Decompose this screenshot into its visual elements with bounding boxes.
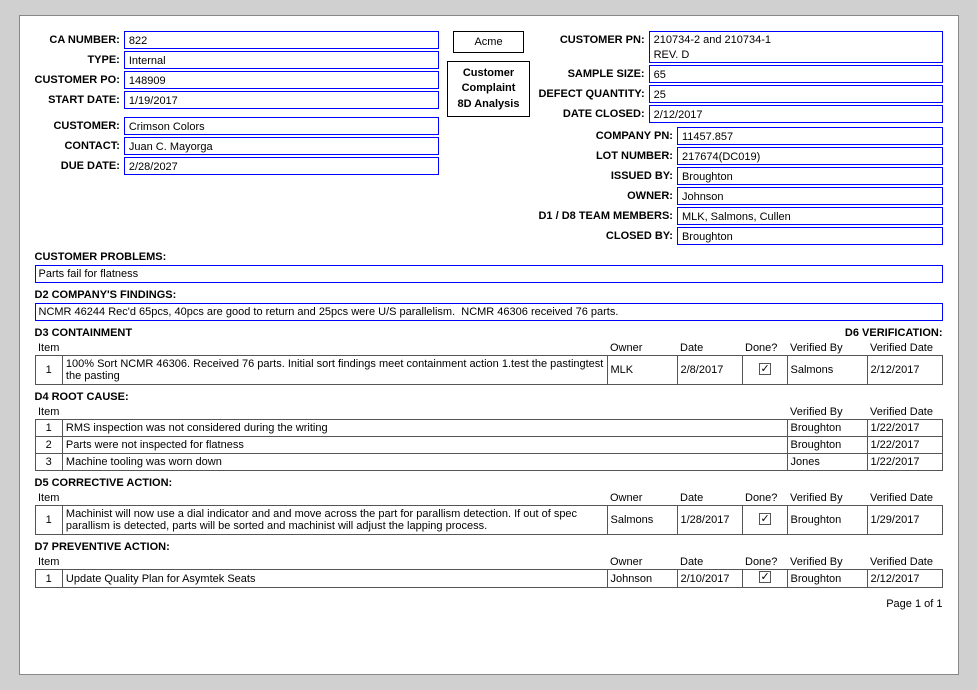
d3-col-owner: Owner xyxy=(607,341,677,356)
right-area: CUSTOMER PN: 210734-2 and 210734-1REV. D… xyxy=(538,31,942,245)
d5-table: Item Owner Date Done? Verified By Verifi… xyxy=(35,491,943,535)
issued-by-value: Broughton xyxy=(677,167,943,185)
due-date-label: DUE DATE: xyxy=(35,157,120,175)
closed-by-label: CLOSED BY: xyxy=(538,227,672,245)
issued-by-label: ISSUED BY: xyxy=(538,167,672,185)
acme-box: Acme xyxy=(453,31,523,53)
customer-label: CUSTOMER: xyxy=(35,117,120,135)
d3-col-item-header: Item xyxy=(35,341,62,356)
contact-value: Juan C. Mayorga xyxy=(124,137,439,155)
d7-col-date: Date xyxy=(677,555,742,570)
due-date-value: 2/28/2027 xyxy=(124,157,439,175)
date-closed-label: DATE CLOSED: xyxy=(538,105,644,123)
start-date-label: START DATE: xyxy=(35,91,120,109)
acme-label: Acme xyxy=(474,36,502,48)
d5-col-verified: Verified By xyxy=(787,491,867,506)
d5-col-item: Item xyxy=(35,491,62,506)
d7-col-done: Done? xyxy=(742,555,787,570)
d5-col-done: Done? xyxy=(742,491,787,506)
d3-col-date: Date xyxy=(677,341,742,356)
date-closed-value: 2/12/2017 xyxy=(649,105,943,123)
d5-col-verdate: Verified Date xyxy=(867,491,942,506)
customer-problems-title: CUSTOMER PROBLEMS: xyxy=(35,251,943,263)
d7-col-item: Item xyxy=(35,555,62,570)
ca-number-label: CA NUMBER: xyxy=(35,31,120,49)
left-fields: CA NUMBER: 822 TYPE: Internal CUSTOMER P… xyxy=(35,31,439,245)
table-row: 1Machinist will now use a dial indicator… xyxy=(35,506,942,535)
right-fields: COMPANY PN: 11457.857 LOT NUMBER: 217674… xyxy=(538,127,942,245)
owner-label: OWNER: xyxy=(538,187,672,205)
customer-pn-label: CUSTOMER PN: xyxy=(538,31,644,63)
customer-value: Crimson Colors xyxy=(124,117,439,135)
sample-size-value: 65 xyxy=(649,65,943,83)
done-checkbox xyxy=(759,571,771,583)
d6-title: D6 VERIFICATION: xyxy=(845,327,943,339)
d4-col-verdate: Verified Date xyxy=(867,405,942,420)
defect-qty-value: 25 xyxy=(649,85,943,103)
d3d6-header: D3 CONTAINMENT D6 VERIFICATION: xyxy=(35,327,943,339)
d5-col-date: Date xyxy=(677,491,742,506)
mid-fields: CUSTOMER PN: 210734-2 and 210734-1REV. D… xyxy=(538,31,942,123)
customer-po-label: CUSTOMER PO: xyxy=(35,71,120,89)
ca-number-value: 822 xyxy=(124,31,439,49)
d3-table: Item Owner Date Done? Verified By Verifi… xyxy=(35,341,943,385)
company-pn-value: 11457.857 xyxy=(677,127,943,145)
d5-title: D5 CORRECTIVE ACTION: xyxy=(35,477,943,489)
customer-po-value: 148909 xyxy=(124,71,439,89)
d4-table: Item Verified By Verified Date 1RMS insp… xyxy=(35,405,943,471)
lot-number-label: LOT NUMBER: xyxy=(538,147,672,165)
complaint-box: CustomerComplaint8D Analysis xyxy=(447,61,531,117)
d1d8-value: MLK, Salmons, Cullen xyxy=(677,207,943,225)
center-boxes: Acme CustomerComplaint8D Analysis xyxy=(447,31,531,245)
d3-col-verified: Verified By xyxy=(787,341,867,356)
start-date-value: 1/19/2017 xyxy=(124,91,439,109)
d2-input[interactable] xyxy=(35,303,943,321)
defect-qty-label: DEFECT QUANTITY: xyxy=(538,85,644,103)
table-row: 1Update Quality Plan for Asymtek SeatsJo… xyxy=(35,570,942,588)
header: CA NUMBER: 822 TYPE: Internal CUSTOMER P… xyxy=(35,31,943,245)
table-row: 2Parts were not inspected for flatnessBr… xyxy=(35,437,942,454)
table-row: 3Machine tooling was worn downJones1/22/… xyxy=(35,454,942,471)
d3-title: D3 CONTAINMENT xyxy=(35,327,133,339)
customer-pn-value: 210734-2 and 210734-1REV. D xyxy=(649,31,943,63)
type-label: TYPE: xyxy=(35,51,120,69)
type-value: Internal xyxy=(124,51,439,69)
lot-number-value: 217674(DC019) xyxy=(677,147,943,165)
d7-title: D7 PREVENTIVE ACTION: xyxy=(35,541,943,553)
company-pn-label: COMPANY PN: xyxy=(538,127,672,145)
d7-col-verdate: Verified Date xyxy=(867,555,942,570)
d3-col-verdate: Verified Date xyxy=(867,341,942,356)
d7-col-owner: Owner xyxy=(607,555,677,570)
d2-title: D2 COMPANY'S FINDINGS: xyxy=(35,289,943,301)
done-checkbox xyxy=(759,363,771,375)
page: CA NUMBER: 822 TYPE: Internal CUSTOMER P… xyxy=(19,15,959,675)
d7-table: Item Owner Date Done? Verified By Verifi… xyxy=(35,555,943,588)
d7-col-verified: Verified By xyxy=(787,555,867,570)
d4-col-item: Item xyxy=(35,405,62,420)
closed-by-value: Broughton xyxy=(677,227,943,245)
owner-value: Johnson xyxy=(677,187,943,205)
done-checkbox xyxy=(759,513,771,525)
d4-col-verified: Verified By xyxy=(787,405,867,420)
table-row: 1100% Sort NCMR 46306. Received 76 parts… xyxy=(35,356,942,385)
page-number: Page 1 of 1 xyxy=(35,598,943,610)
sample-size-label: SAMPLE SIZE: xyxy=(538,65,644,83)
customer-problems-input[interactable] xyxy=(35,265,943,283)
contact-label: CONTACT: xyxy=(35,137,120,155)
d4-title: D4 ROOT CAUSE: xyxy=(35,391,943,403)
d1d8-label: D1 / D8 TEAM MEMBERS: xyxy=(538,207,672,225)
d3-col-done: Done? xyxy=(742,341,787,356)
d3-col-item-desc xyxy=(62,341,607,356)
table-row: 1RMS inspection was not considered durin… xyxy=(35,420,942,437)
d5-col-owner: Owner xyxy=(607,491,677,506)
